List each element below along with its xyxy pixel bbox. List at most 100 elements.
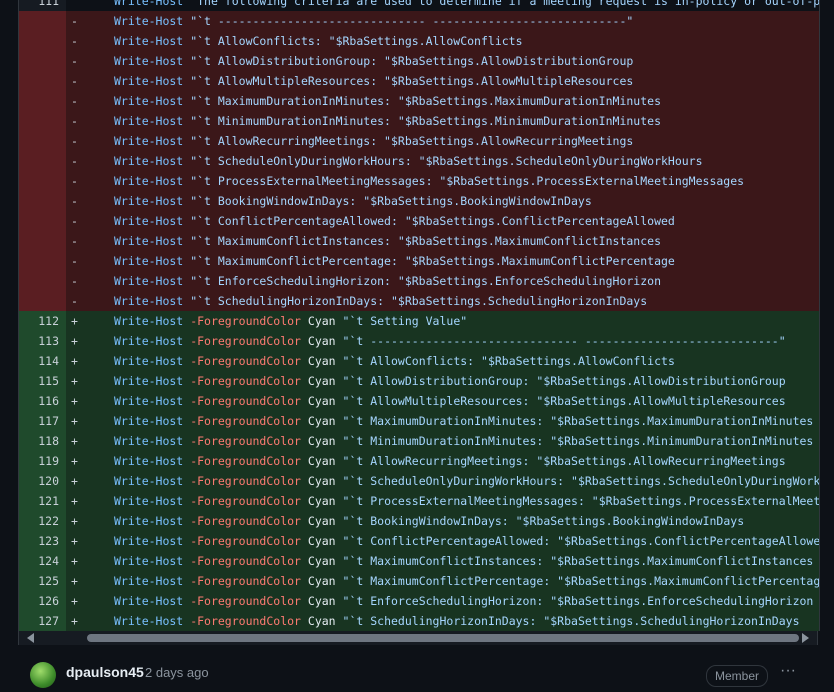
code-string: "`t SchedulingHorizonInDays: "$RbaSettin…: [190, 294, 648, 308]
code-text: Write-Host -ForegroundColor Cyan "`t Max…: [114, 571, 819, 591]
horizontal-scrollbar[interactable]: [18, 631, 818, 645]
code-command: Write-Host: [114, 514, 184, 528]
line-number[interactable]: [19, 51, 66, 71]
comment-time[interactable]: 2 days ago: [145, 665, 209, 680]
code-cell: + Write-Host -ForegroundColor Cyan "`t Sc…: [66, 611, 819, 631]
line-number[interactable]: [19, 171, 66, 191]
code-command: Write-Host: [114, 14, 184, 28]
line-number[interactable]: 111: [19, 0, 66, 11]
diff-sign: -: [71, 254, 78, 268]
code-text: Write-Host -ForegroundColor Cyan "`t Sch…: [114, 611, 800, 631]
code-cell: - Write-Host "`t AllowRecurringMeetings: …: [66, 131, 819, 151]
scroll-left-arrow-icon[interactable]: [27, 633, 34, 643]
scroll-right-arrow-icon[interactable]: [802, 633, 809, 643]
line-number[interactable]: [19, 91, 66, 111]
diff-sign: +: [71, 334, 78, 348]
more-options-icon[interactable]: ···: [780, 662, 796, 680]
code-string: "`t MaximumConflictPercentage: "$RbaSett…: [190, 254, 675, 268]
code-cell: - Write-Host "`t AllowDistributionGroup: …: [66, 51, 819, 71]
diff-line: - Write-Host "`t SchedulingHorizonInDays:…: [19, 291, 819, 311]
line-number[interactable]: 123: [19, 531, 66, 551]
code-text: Write-Host "`t ProcessExternalMeetingMes…: [114, 171, 744, 191]
code-text: Write-Host -ForegroundColor Cyan "`t All…: [114, 391, 786, 411]
line-number[interactable]: 125: [19, 571, 66, 591]
diff-line: - Write-Host "`t ------------------------…: [19, 11, 819, 31]
line-number[interactable]: 115: [19, 371, 66, 391]
code-cell: + Write-Host -ForegroundColor Cyan "`t En…: [66, 591, 819, 611]
scrollbar-thumb[interactable]: [87, 634, 799, 642]
line-number[interactable]: 122: [19, 511, 66, 531]
code-text: Write-Host "`t AllowConflicts: "$RbaSett…: [114, 31, 523, 51]
code-argument: Cyan: [307, 414, 336, 428]
code-cell: - Write-Host "`t BookingWindowInDays: "$R…: [66, 191, 819, 211]
line-number[interactable]: [19, 191, 66, 211]
line-number[interactable]: [19, 111, 66, 131]
code-text: Write-Host "`t ConflictPercentageAllowed…: [114, 211, 675, 231]
line-number[interactable]: [19, 231, 66, 251]
line-number[interactable]: 126: [19, 591, 66, 611]
code-argument: Cyan: [307, 534, 336, 548]
diff-line: - Write-Host "`t ProcessExternalMeetingMe…: [19, 171, 819, 191]
line-number[interactable]: 119: [19, 451, 66, 471]
code-text: Write-Host -ForegroundColor Cyan "`t Pro…: [114, 491, 819, 511]
code-command: Write-Host: [114, 114, 184, 128]
code-cell: + Write-Host -ForegroundColor Cyan "`t Ma…: [66, 551, 819, 571]
diff-sign: +: [71, 374, 78, 388]
code-command: Write-Host: [114, 594, 184, 608]
code-argument: Cyan: [307, 474, 336, 488]
code-command: Write-Host: [114, 154, 184, 168]
line-number[interactable]: 120: [19, 471, 66, 491]
line-number[interactable]: [19, 71, 66, 91]
line-number[interactable]: 117: [19, 411, 66, 431]
line-number[interactable]: 114: [19, 351, 66, 371]
line-number[interactable]: [19, 291, 66, 311]
code-cell: - Write-Host "`t ConflictPercentageAllowe…: [66, 211, 819, 231]
code-parameter: -ForegroundColor: [190, 414, 301, 428]
line-number[interactable]: 127: [19, 611, 66, 631]
diff-line: 120 + Write-Host -ForegroundColor Cyan "`t…: [19, 471, 819, 491]
diff-line: - Write-Host "`t AllowDistributionGroup: …: [19, 51, 819, 71]
line-number[interactable]: [19, 251, 66, 271]
diff-sign: +: [71, 414, 78, 428]
code-text: Write-Host "`t SchedulingHorizonInDays: …: [114, 291, 647, 311]
line-number[interactable]: 112: [19, 311, 66, 331]
code-cell: + Write-Host -ForegroundColor Cyan "`t Sc…: [66, 471, 819, 491]
line-number[interactable]: 121: [19, 491, 66, 511]
code-command: Write-Host: [114, 134, 184, 148]
diff-line: - Write-Host "`t ConflictPercentageAllowe…: [19, 211, 819, 231]
line-number[interactable]: 116: [19, 391, 66, 411]
diff-line: - Write-Host "`t ScheduleOnlyDuringWorkHo…: [19, 151, 819, 171]
code-string: "`t MaximumDurationInMinutes: "$RbaSetti…: [342, 414, 814, 428]
code-string: "`t ------------------------------ -----…: [342, 334, 786, 348]
avatar[interactable]: [30, 662, 56, 688]
diff-line: 118 + Write-Host -ForegroundColor Cyan "`t…: [19, 431, 819, 451]
code-cell: + Write-Host -ForegroundColor Cyan "`t Pr…: [66, 491, 819, 511]
diff-sign: -: [71, 174, 78, 188]
line-number[interactable]: [19, 271, 66, 291]
code-command: Write-Host: [114, 94, 184, 108]
code-string: "`t EnforceSchedulingHorizon: "$RbaSetti…: [190, 274, 661, 288]
line-number[interactable]: [19, 131, 66, 151]
code-string: "`t MaximumDurationInMinutes: "$RbaSetti…: [190, 94, 661, 108]
line-number[interactable]: [19, 31, 66, 51]
line-number[interactable]: [19, 151, 66, 171]
line-number[interactable]: 124: [19, 551, 66, 571]
code-string: "`t ProcessExternalMeetingMessages: "$Rb…: [342, 494, 819, 508]
line-number[interactable]: [19, 211, 66, 231]
code-cell: - Write-Host "`t AllowConflicts: "$RbaSet…: [66, 31, 819, 51]
code-text: Write-Host "`t MinimumDurationInMinutes:…: [114, 111, 661, 131]
code-string: "`t SchedulingHorizonInDays: "$RbaSettin…: [342, 614, 800, 628]
code-command: Write-Host: [114, 614, 184, 628]
diff-sign: +: [71, 474, 78, 488]
comment-header: dpaulson45 2 days ago Member ···: [30, 662, 830, 692]
diff-sign: -: [71, 234, 78, 248]
code-text: Write-Host -ForegroundColor Cyan "`t ---…: [114, 331, 786, 351]
diff-line: 125 + Write-Host -ForegroundColor Cyan "`t…: [19, 571, 819, 591]
code-argument: Cyan: [307, 614, 336, 628]
line-number[interactable]: [19, 11, 66, 31]
line-number[interactable]: 118: [19, 431, 66, 451]
line-number[interactable]: 113: [19, 331, 66, 351]
code-cell: + Write-Host -ForegroundColor Cyan "`t Ma…: [66, 411, 819, 431]
comment-author[interactable]: dpaulson45: [66, 664, 144, 680]
code-text: Write-Host -ForegroundColor Cyan "`t Con…: [114, 531, 819, 551]
